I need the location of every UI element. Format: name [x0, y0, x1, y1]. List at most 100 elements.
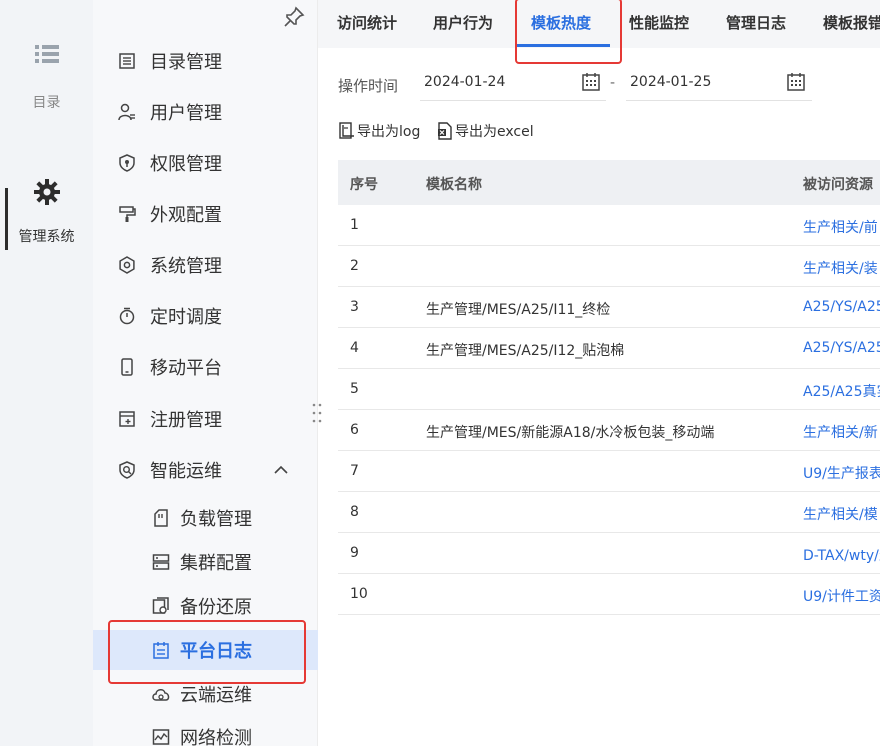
tab-user-behavior[interactable]: 用户行为	[433, 0, 493, 48]
mobile-icon	[121, 358, 133, 376]
table-row[interactable]: 7 U9/生产报表	[338, 451, 880, 492]
menu-item-label: 智能运维	[150, 461, 222, 482]
row-index-cell: 2	[350, 258, 359, 274]
tab-admin-log[interactable]: 管理日志	[726, 0, 786, 48]
cluster-icon	[152, 554, 170, 570]
template-name-cell: 生产管理/MES/A25/I11_终检	[426, 302, 611, 318]
icon-rail: 目录 管理系统	[0, 0, 93, 746]
resource-link[interactable]: U9/生产报表	[803, 463, 880, 483]
chevron-up-icon[interactable]	[273, 462, 289, 478]
table-row[interactable]: 3 生产管理/MES/A25/I11_终检 A25/YS/A25	[338, 287, 880, 328]
row-index-cell: 7	[350, 463, 359, 479]
network-check-icon	[152, 729, 170, 745]
table-row[interactable]: 9 D-TAX/wty/生	[338, 533, 880, 574]
menu-item-label: 定时调度	[150, 307, 222, 328]
resource-link[interactable]: D-TAX/wty/生	[803, 545, 880, 565]
row-index-cell: 6	[350, 422, 359, 438]
date-separator: -	[610, 75, 616, 91]
table-row[interactable]: 2 生产相关/装	[338, 246, 880, 287]
rail-item-catalog[interactable]: 目录	[0, 42, 93, 112]
table-row[interactable]: 10 U9/计件工资	[338, 574, 880, 615]
table-row[interactable]: 6 生产管理/MES/新能源A18/水冷板包装_移动端 生产相关/新	[338, 410, 880, 451]
export-log-icon	[339, 122, 354, 139]
calendar-icon[interactable]	[786, 72, 806, 92]
table-row[interactable]: 4 生产管理/MES/A25/I12_贴泡棉 A25/YS/A25	[338, 328, 880, 369]
column-header-resource: 被访问资源	[803, 177, 873, 193]
tab-template-heat[interactable]: 模板热度	[531, 0, 591, 48]
resource-link[interactable]: A25/A25真实	[803, 381, 880, 401]
timer-icon	[119, 307, 135, 325]
menu-item-system[interactable]: 系统管理	[93, 245, 318, 285]
table-row[interactable]: 5 A25/A25真实	[338, 369, 880, 410]
resource-link[interactable]: 生产相关/模	[803, 504, 880, 524]
filter-label: 操作时间	[338, 77, 399, 95]
submenu-item-cluster[interactable]: 集群配置	[93, 542, 318, 582]
submenu-item-cloud-ops[interactable]: 云端运维	[93, 674, 318, 714]
column-header-template-name: 模板名称	[426, 177, 482, 193]
calendar-icon[interactable]	[581, 72, 601, 92]
shield-icon	[119, 154, 135, 172]
tab-performance[interactable]: 性能监控	[629, 0, 689, 48]
start-date-input[interactable]: 2024-01-24	[420, 64, 606, 101]
rail-item-admin[interactable]: 管理系统	[0, 178, 93, 246]
export-excel-label: 导出为excel	[455, 124, 534, 140]
row-index-cell: 8	[350, 504, 359, 520]
resource-link[interactable]: A25/YS/A25	[803, 299, 880, 315]
template-heat-table: 序号 模板名称 被访问资源 1 生产相关/前 2 生产相关/装 3 生产管理/MES/A2…	[338, 160, 880, 615]
table-row[interactable]: 1 生产相关/前	[338, 205, 880, 246]
row-index-cell: 4	[350, 340, 359, 356]
tab-visit-stats[interactable]: 访问统计	[337, 0, 397, 48]
user-manage-icon	[118, 103, 135, 121]
submenu-item-load[interactable]: 负载管理	[93, 498, 318, 538]
menu-item-label: 权限管理	[150, 154, 222, 175]
column-header-index: 序号	[350, 177, 378, 193]
resource-link[interactable]: 生产相关/新	[803, 422, 880, 442]
submenu-item-network-check[interactable]: 网络检测	[93, 717, 318, 746]
tab-bar: 访问统计 用户行为 模板热度 性能监控 管理日志 模板报错	[318, 0, 880, 48]
menu-item-label: 系统管理	[150, 256, 222, 277]
menu-item-label: 外观配置	[150, 205, 222, 226]
end-date-input[interactable]: 2024-01-25	[626, 64, 812, 101]
menu-item-appearance[interactable]: 外观配置	[93, 194, 318, 234]
resource-link[interactable]: A25/YS/A25	[803, 340, 880, 356]
menu-item-permission[interactable]: 权限管理	[93, 143, 318, 183]
row-index-cell: 1	[350, 217, 359, 233]
pin-icon[interactable]	[283, 6, 305, 28]
settings-icon	[119, 256, 135, 274]
row-index-cell: 3	[350, 299, 359, 315]
submenu-item-backup[interactable]: 备份还原	[93, 586, 318, 626]
smart-ops-icon	[119, 461, 135, 479]
submenu-item-label: 网络检测	[180, 728, 252, 746]
resource-link[interactable]: U9/计件工资	[803, 586, 880, 606]
export-log-button[interactable]: 导出为log	[339, 121, 420, 141]
submenu-item-label: 云端运维	[180, 685, 252, 706]
catalog-icon	[119, 53, 135, 69]
menu-item-register[interactable]: 注册管理	[93, 399, 318, 439]
template-name-cell: 生产管理/MES/A25/I12_贴泡棉	[426, 343, 625, 359]
end-date-value: 2024-01-25	[630, 74, 712, 90]
menu-item-user-manage[interactable]: 用户管理	[93, 92, 318, 132]
submenu-item-platform-log[interactable]: 平台日志	[93, 630, 318, 670]
start-date-value: 2024-01-24	[424, 74, 506, 90]
row-index-cell: 10	[350, 586, 368, 602]
resource-link[interactable]: 生产相关/前	[803, 217, 880, 237]
submenu-item-label: 平台日志	[180, 641, 252, 662]
tab-template-errors[interactable]: 模板报错	[823, 0, 880, 48]
log-icon	[153, 642, 169, 659]
export-excel-icon	[438, 122, 452, 140]
resource-link[interactable]: 生产相关/装	[803, 258, 880, 278]
menu-item-label: 目录管理	[150, 52, 222, 73]
menu-item-smart-ops[interactable]: 智能运维	[93, 450, 318, 490]
list-icon	[34, 45, 59, 63]
menu-item-mobile[interactable]: 移动平台	[93, 347, 318, 387]
table-body: 1 生产相关/前 2 生产相关/装 3 生产管理/MES/A25/I11_终检 A25/YS…	[338, 205, 880, 615]
rail-item-label: 目录	[32, 95, 61, 111]
table-row[interactable]: 8 生产相关/模	[338, 492, 880, 533]
submenu-item-label: 集群配置	[180, 553, 252, 574]
menu-item-catalog[interactable]: 目录管理	[93, 41, 318, 81]
drag-handle-icon[interactable]	[311, 402, 323, 424]
menu-item-label: 用户管理	[150, 103, 222, 124]
menu-item-schedule[interactable]: 定时调度	[93, 296, 318, 336]
submenu-item-label: 负载管理	[180, 509, 252, 530]
export-excel-button[interactable]: 导出为excel	[437, 121, 534, 141]
